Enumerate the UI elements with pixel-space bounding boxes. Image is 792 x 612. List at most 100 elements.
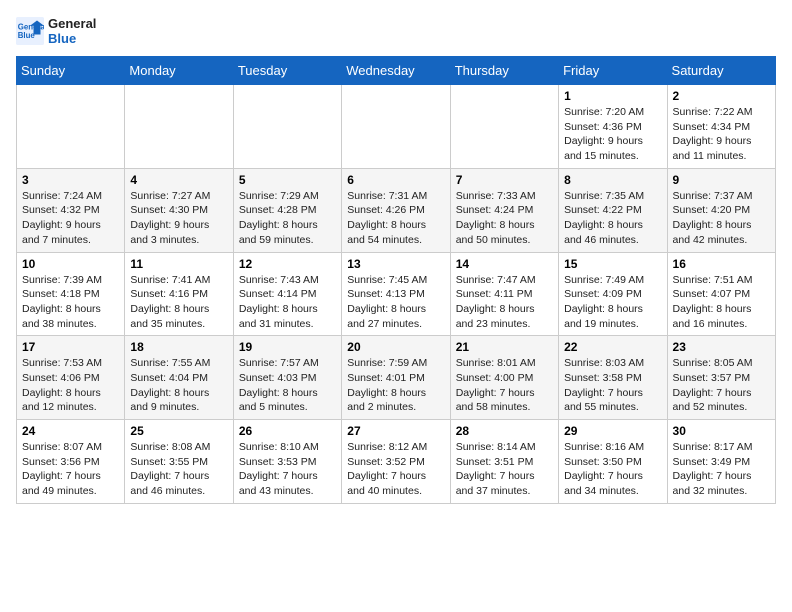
week-row-3: 10 Sunrise: 7:39 AM Sunset: 4:18 PM Dayli… bbox=[17, 252, 776, 336]
day-number: 6 bbox=[347, 173, 444, 187]
day-cell: 17 Sunrise: 7:53 AM Sunset: 4:06 PM Dayli… bbox=[17, 336, 125, 420]
svg-text:Blue: Blue bbox=[18, 31, 36, 40]
day-cell: 21 Sunrise: 8:01 AM Sunset: 4:00 PM Dayli… bbox=[450, 336, 558, 420]
day-info: Sunrise: 8:10 AM Sunset: 3:53 PM Dayligh… bbox=[239, 440, 336, 499]
day-number: 29 bbox=[564, 424, 661, 438]
day-info: Sunrise: 8:17 AM Sunset: 3:49 PM Dayligh… bbox=[673, 440, 770, 499]
day-cell: 16Sunrise: 7:51 AM Sunset: 4:07 PM Dayli… bbox=[667, 252, 775, 336]
day-info: Sunrise: 7:53 AM Sunset: 4:06 PM Dayligh… bbox=[22, 356, 119, 415]
day-number: 22 bbox=[564, 340, 661, 354]
day-cell: 4 Sunrise: 7:27 AM Sunset: 4:30 PM Daylig… bbox=[125, 168, 233, 252]
day-info: Sunrise: 7:27 AM Sunset: 4:30 PM Dayligh… bbox=[130, 189, 227, 248]
day-number: 7 bbox=[456, 173, 553, 187]
day-cell: 8 Sunrise: 7:35 AM Sunset: 4:22 PM Daylig… bbox=[559, 168, 667, 252]
day-info: Sunrise: 7:35 AM Sunset: 4:22 PM Dayligh… bbox=[564, 189, 661, 248]
day-info: Sunrise: 8:03 AM Sunset: 3:58 PM Dayligh… bbox=[564, 356, 661, 415]
day-cell: 9 Sunrise: 7:37 AM Sunset: 4:20 PM Daylig… bbox=[667, 168, 775, 252]
day-cell: 10 Sunrise: 7:39 AM Sunset: 4:18 PM Dayli… bbox=[17, 252, 125, 336]
day-info: Sunrise: 7:33 AM Sunset: 4:24 PM Dayligh… bbox=[456, 189, 553, 248]
day-info: Sunrise: 7:45 AM Sunset: 4:13 PM Dayligh… bbox=[347, 273, 444, 332]
day-number: 17 bbox=[22, 340, 119, 354]
day-info: Sunrise: 8:08 AM Sunset: 3:55 PM Dayligh… bbox=[130, 440, 227, 499]
day-number: 20 bbox=[347, 340, 444, 354]
weekday-header-saturday: Saturday bbox=[667, 57, 775, 85]
weekday-header-friday: Friday bbox=[559, 57, 667, 85]
day-cell: 6 Sunrise: 7:31 AM Sunset: 4:26 PM Daylig… bbox=[342, 168, 450, 252]
weekday-header-tuesday: Tuesday bbox=[233, 57, 341, 85]
header: General Blue General Blue bbox=[16, 16, 776, 46]
day-number: 4 bbox=[130, 173, 227, 187]
week-row-4: 17 Sunrise: 7:53 AM Sunset: 4:06 PM Dayli… bbox=[17, 336, 776, 420]
day-number: 21 bbox=[456, 340, 553, 354]
day-info: Sunrise: 7:57 AM Sunset: 4:03 PM Dayligh… bbox=[239, 356, 336, 415]
day-info: Sunrise: 7:29 AM Sunset: 4:28 PM Dayligh… bbox=[239, 189, 336, 248]
weekday-header-wednesday: Wednesday bbox=[342, 57, 450, 85]
day-number: 9 bbox=[673, 173, 770, 187]
day-info: Sunrise: 7:37 AM Sunset: 4:20 PM Dayligh… bbox=[673, 189, 770, 248]
day-number: 15 bbox=[564, 257, 661, 271]
day-info: Sunrise: 8:12 AM Sunset: 3:52 PM Dayligh… bbox=[347, 440, 444, 499]
day-number: 8 bbox=[564, 173, 661, 187]
day-cell bbox=[450, 85, 558, 169]
day-cell: 2 Sunrise: 7:22 AM Sunset: 4:34 PM Daylig… bbox=[667, 85, 775, 169]
day-number: 24 bbox=[22, 424, 119, 438]
day-info: Sunrise: 7:24 AM Sunset: 4:32 PM Dayligh… bbox=[22, 189, 119, 248]
week-row-5: 24 Sunrise: 8:07 AM Sunset: 3:56 PM Dayli… bbox=[17, 420, 776, 504]
day-number: 12 bbox=[239, 257, 336, 271]
day-info: Sunrise: 7:49 AM Sunset: 4:09 PM Dayligh… bbox=[564, 273, 661, 332]
day-info: Sunrise: 8:01 AM Sunset: 4:00 PM Dayligh… bbox=[456, 356, 553, 415]
day-cell: 14 Sunrise: 7:47 AM Sunset: 4:11 PM Dayli… bbox=[450, 252, 558, 336]
day-cell: 24 Sunrise: 8:07 AM Sunset: 3:56 PM Dayli… bbox=[17, 420, 125, 504]
day-info: Sunrise: 7:59 AM Sunset: 4:01 PM Dayligh… bbox=[347, 356, 444, 415]
day-cell: 13 Sunrise: 7:45 AM Sunset: 4:13 PM Dayli… bbox=[342, 252, 450, 336]
day-number: 27 bbox=[347, 424, 444, 438]
day-info: Sunrise: 7:39 AM Sunset: 4:18 PM Dayligh… bbox=[22, 273, 119, 332]
day-cell: 30Sunrise: 8:17 AM Sunset: 3:49 PM Dayli… bbox=[667, 420, 775, 504]
weekday-header-row: SundayMondayTuesdayWednesdayThursdayFrid… bbox=[17, 57, 776, 85]
week-row-1: 1Sunrise: 7:20 AM Sunset: 4:36 PM Daylig… bbox=[17, 85, 776, 169]
day-info: Sunrise: 7:22 AM Sunset: 4:34 PM Dayligh… bbox=[673, 105, 770, 164]
day-cell: 25 Sunrise: 8:08 AM Sunset: 3:55 PM Dayli… bbox=[125, 420, 233, 504]
day-cell: 19 Sunrise: 7:57 AM Sunset: 4:03 PM Dayli… bbox=[233, 336, 341, 420]
weekday-header-sunday: Sunday bbox=[17, 57, 125, 85]
day-info: Sunrise: 7:51 AM Sunset: 4:07 PM Dayligh… bbox=[673, 273, 770, 332]
day-info: Sunrise: 8:16 AM Sunset: 3:50 PM Dayligh… bbox=[564, 440, 661, 499]
logo-line1: General bbox=[48, 16, 96, 31]
day-cell: 26Sunrise: 8:10 AM Sunset: 3:53 PM Dayli… bbox=[233, 420, 341, 504]
day-number: 5 bbox=[239, 173, 336, 187]
day-number: 18 bbox=[130, 340, 227, 354]
day-cell: 23Sunrise: 8:05 AM Sunset: 3:57 PM Dayli… bbox=[667, 336, 775, 420]
logo-icon: General Blue bbox=[16, 17, 44, 45]
day-number: 14 bbox=[456, 257, 553, 271]
day-info: Sunrise: 7:47 AM Sunset: 4:11 PM Dayligh… bbox=[456, 273, 553, 332]
day-cell: 1Sunrise: 7:20 AM Sunset: 4:36 PM Daylig… bbox=[559, 85, 667, 169]
day-info: Sunrise: 8:05 AM Sunset: 3:57 PM Dayligh… bbox=[673, 356, 770, 415]
week-row-2: 3 Sunrise: 7:24 AM Sunset: 4:32 PM Daylig… bbox=[17, 168, 776, 252]
day-number: 2 bbox=[673, 89, 770, 103]
day-info: Sunrise: 8:07 AM Sunset: 3:56 PM Dayligh… bbox=[22, 440, 119, 499]
day-number: 3 bbox=[22, 173, 119, 187]
weekday-header-thursday: Thursday bbox=[450, 57, 558, 85]
day-number: 25 bbox=[130, 424, 227, 438]
logo: General Blue General Blue bbox=[16, 16, 96, 46]
day-cell bbox=[17, 85, 125, 169]
day-cell: 20 Sunrise: 7:59 AM Sunset: 4:01 PM Dayli… bbox=[342, 336, 450, 420]
day-info: Sunrise: 7:31 AM Sunset: 4:26 PM Dayligh… bbox=[347, 189, 444, 248]
day-cell: 12 Sunrise: 7:43 AM Sunset: 4:14 PM Dayli… bbox=[233, 252, 341, 336]
day-number: 10 bbox=[22, 257, 119, 271]
day-cell: 18 Sunrise: 7:55 AM Sunset: 4:04 PM Dayli… bbox=[125, 336, 233, 420]
day-cell: 28Sunrise: 8:14 AM Sunset: 3:51 PM Dayli… bbox=[450, 420, 558, 504]
logo-line2: Blue bbox=[48, 31, 96, 46]
calendar-table: SundayMondayTuesdayWednesdayThursdayFrid… bbox=[16, 56, 776, 504]
day-number: 11 bbox=[130, 257, 227, 271]
day-info: Sunrise: 7:41 AM Sunset: 4:16 PM Dayligh… bbox=[130, 273, 227, 332]
day-cell bbox=[125, 85, 233, 169]
weekday-header-monday: Monday bbox=[125, 57, 233, 85]
day-info: Sunrise: 7:43 AM Sunset: 4:14 PM Dayligh… bbox=[239, 273, 336, 332]
day-number: 13 bbox=[347, 257, 444, 271]
day-info: Sunrise: 7:55 AM Sunset: 4:04 PM Dayligh… bbox=[130, 356, 227, 415]
day-number: 19 bbox=[239, 340, 336, 354]
day-cell: 22 Sunrise: 8:03 AM Sunset: 3:58 PM Dayli… bbox=[559, 336, 667, 420]
day-cell: 29 Sunrise: 8:16 AM Sunset: 3:50 PM Dayli… bbox=[559, 420, 667, 504]
day-cell: 27 Sunrise: 8:12 AM Sunset: 3:52 PM Dayli… bbox=[342, 420, 450, 504]
